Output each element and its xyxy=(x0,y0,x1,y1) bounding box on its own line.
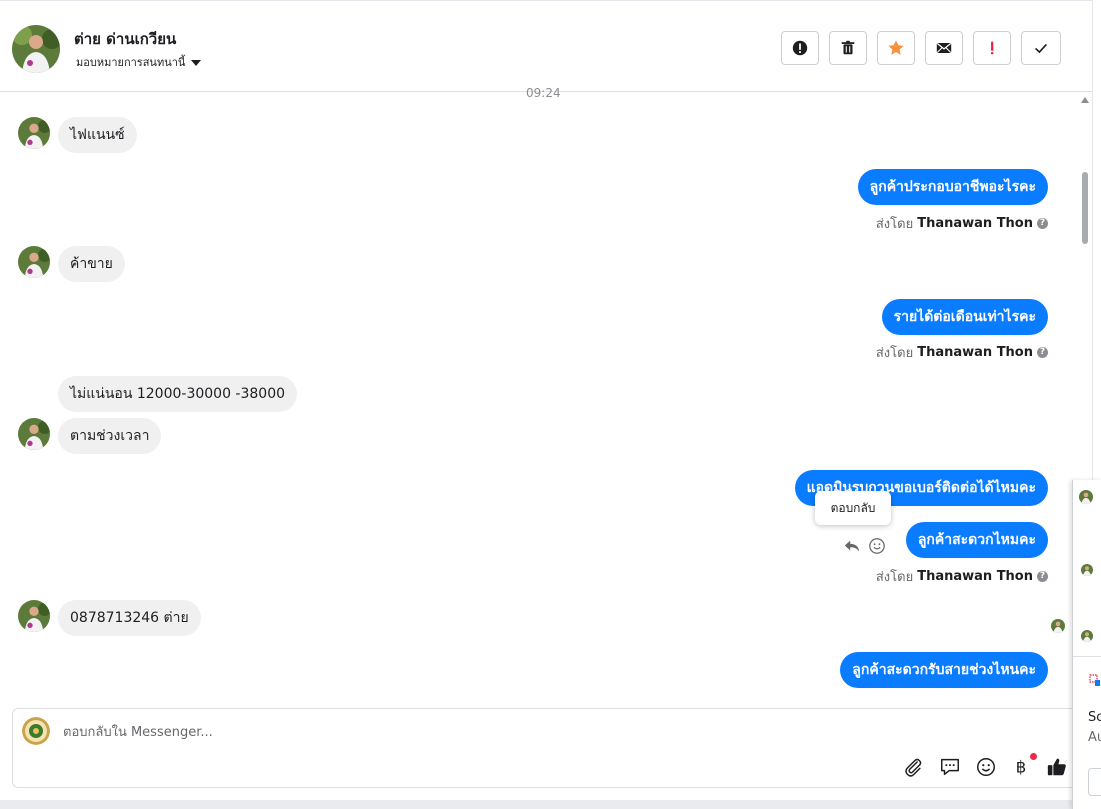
notification-dot xyxy=(1030,753,1037,760)
outgoing-message[interactable]: ลูกค้าประกอบอาชีพอะไรคะ xyxy=(857,169,1048,205)
react-smiley-icon[interactable] xyxy=(868,537,886,555)
side-text-line1: So xyxy=(1088,710,1101,725)
reply-icon[interactable] xyxy=(843,537,861,555)
assign-label: มอบหมายการสนทนานี้ xyxy=(76,56,186,69)
thread-timestamp: 09:24 xyxy=(526,86,561,100)
side-panel: So Au xyxy=(1072,480,1101,809)
seen-indicator-avatar xyxy=(1051,619,1065,633)
baht-icon: ฿ xyxy=(1016,758,1027,777)
side-divider xyxy=(1073,656,1101,657)
reply-input[interactable] xyxy=(61,719,965,745)
emoji-button[interactable] xyxy=(974,755,998,779)
like-button[interactable] xyxy=(1045,755,1069,779)
speech-bubble-icon xyxy=(941,758,959,776)
alert-circle-icon xyxy=(792,40,808,56)
outgoing-message[interactable]: ลูกค้าสะดวกไหมคะ xyxy=(905,522,1048,558)
sender-avatar[interactable] xyxy=(18,418,50,450)
saved-replies-button[interactable] xyxy=(938,755,962,779)
attach-button[interactable] xyxy=(901,755,925,779)
check-icon xyxy=(1035,43,1047,54)
sent-by-name: Thanawan Thon xyxy=(917,569,1033,584)
paperclip-icon xyxy=(905,758,922,777)
smiley-icon xyxy=(977,758,995,776)
sent-by-prefix: ส่งโดย xyxy=(875,346,914,361)
side-text-line2: Au xyxy=(1088,730,1101,745)
conversation-header: ต่าย ด่านเกวียน มอบหมายการสนทนานี้ xyxy=(0,0,1092,92)
sent-by-label: ส่งโดย Thanawan Thon ? xyxy=(876,342,1048,363)
window-edge xyxy=(1092,0,1101,480)
svg-text:฿: ฿ xyxy=(1016,758,1027,777)
sent-by-name: Thanawan Thon xyxy=(917,216,1033,231)
trash-icon xyxy=(841,40,855,55)
incoming-message[interactable]: ตามช่วงเวลา xyxy=(58,418,162,454)
side-button[interactable] xyxy=(1088,768,1101,796)
star-button[interactable] xyxy=(877,31,915,65)
side-avatar[interactable] xyxy=(1079,490,1093,504)
scroll-thumb[interactable] xyxy=(1082,172,1088,244)
done-button[interactable] xyxy=(1021,31,1061,65)
scroll-up-arrow[interactable] xyxy=(1081,97,1089,103)
help-icon[interactable]: ? xyxy=(1037,347,1048,358)
bottom-strip xyxy=(0,800,1072,809)
thumbs-up-icon xyxy=(1047,758,1066,776)
caret-down-icon xyxy=(191,59,202,66)
sent-by-prefix: ส่งโดย xyxy=(875,570,914,585)
exclamation-icon xyxy=(991,41,994,55)
side-avatar[interactable] xyxy=(1081,564,1093,576)
outgoing-message[interactable]: ลูกค้าสะดวกรับสายช่วงไหนคะ xyxy=(840,652,1048,688)
sent-by-label: ส่งโดย Thanawan Thon ? xyxy=(876,566,1048,587)
side-avatar[interactable] xyxy=(1081,630,1093,642)
reply-composer: ฿ xyxy=(12,708,1080,788)
assign-conversation-dropdown[interactable]: มอบหมายการสนทนานี้ xyxy=(76,53,202,71)
sent-by-prefix: ส่งโดย xyxy=(875,217,914,232)
incoming-message[interactable]: ค้าขาย xyxy=(58,246,125,282)
star-icon xyxy=(888,40,904,55)
sent-by-name: Thanawan Thon xyxy=(917,345,1033,360)
incoming-message[interactable]: ไฟแนนซ์ xyxy=(58,117,137,153)
page-avatar xyxy=(22,717,50,745)
incoming-message[interactable]: 0878713246 ต่าย xyxy=(58,600,201,636)
contact-avatar[interactable] xyxy=(12,25,60,73)
spam-button[interactable] xyxy=(781,31,819,65)
sent-by-label: ส่งโดย Thanawan Thon ? xyxy=(876,213,1048,234)
payment-button[interactable]: ฿ xyxy=(1009,753,1037,779)
incoming-message[interactable]: ไม่แน่นอน 12000-30000 -38000 xyxy=(58,376,298,412)
delete-button[interactable] xyxy=(829,31,867,65)
sender-avatar[interactable] xyxy=(18,600,50,632)
help-icon[interactable]: ? xyxy=(1037,218,1048,229)
envelope-icon xyxy=(936,43,952,53)
mark-unread-button[interactable] xyxy=(925,31,963,65)
contact-name: ต่าย ด่านเกวียน xyxy=(74,30,177,48)
important-button[interactable] xyxy=(973,31,1011,65)
help-icon[interactable]: ? xyxy=(1037,571,1048,582)
sender-avatar[interactable] xyxy=(18,246,50,278)
reply-tooltip: ตอบกลับ xyxy=(815,491,891,525)
sender-avatar[interactable] xyxy=(18,117,50,149)
outgoing-message[interactable]: รายได้ต่อเดือนเท่าไรคะ xyxy=(881,299,1048,335)
pin-icon xyxy=(1089,674,1100,686)
